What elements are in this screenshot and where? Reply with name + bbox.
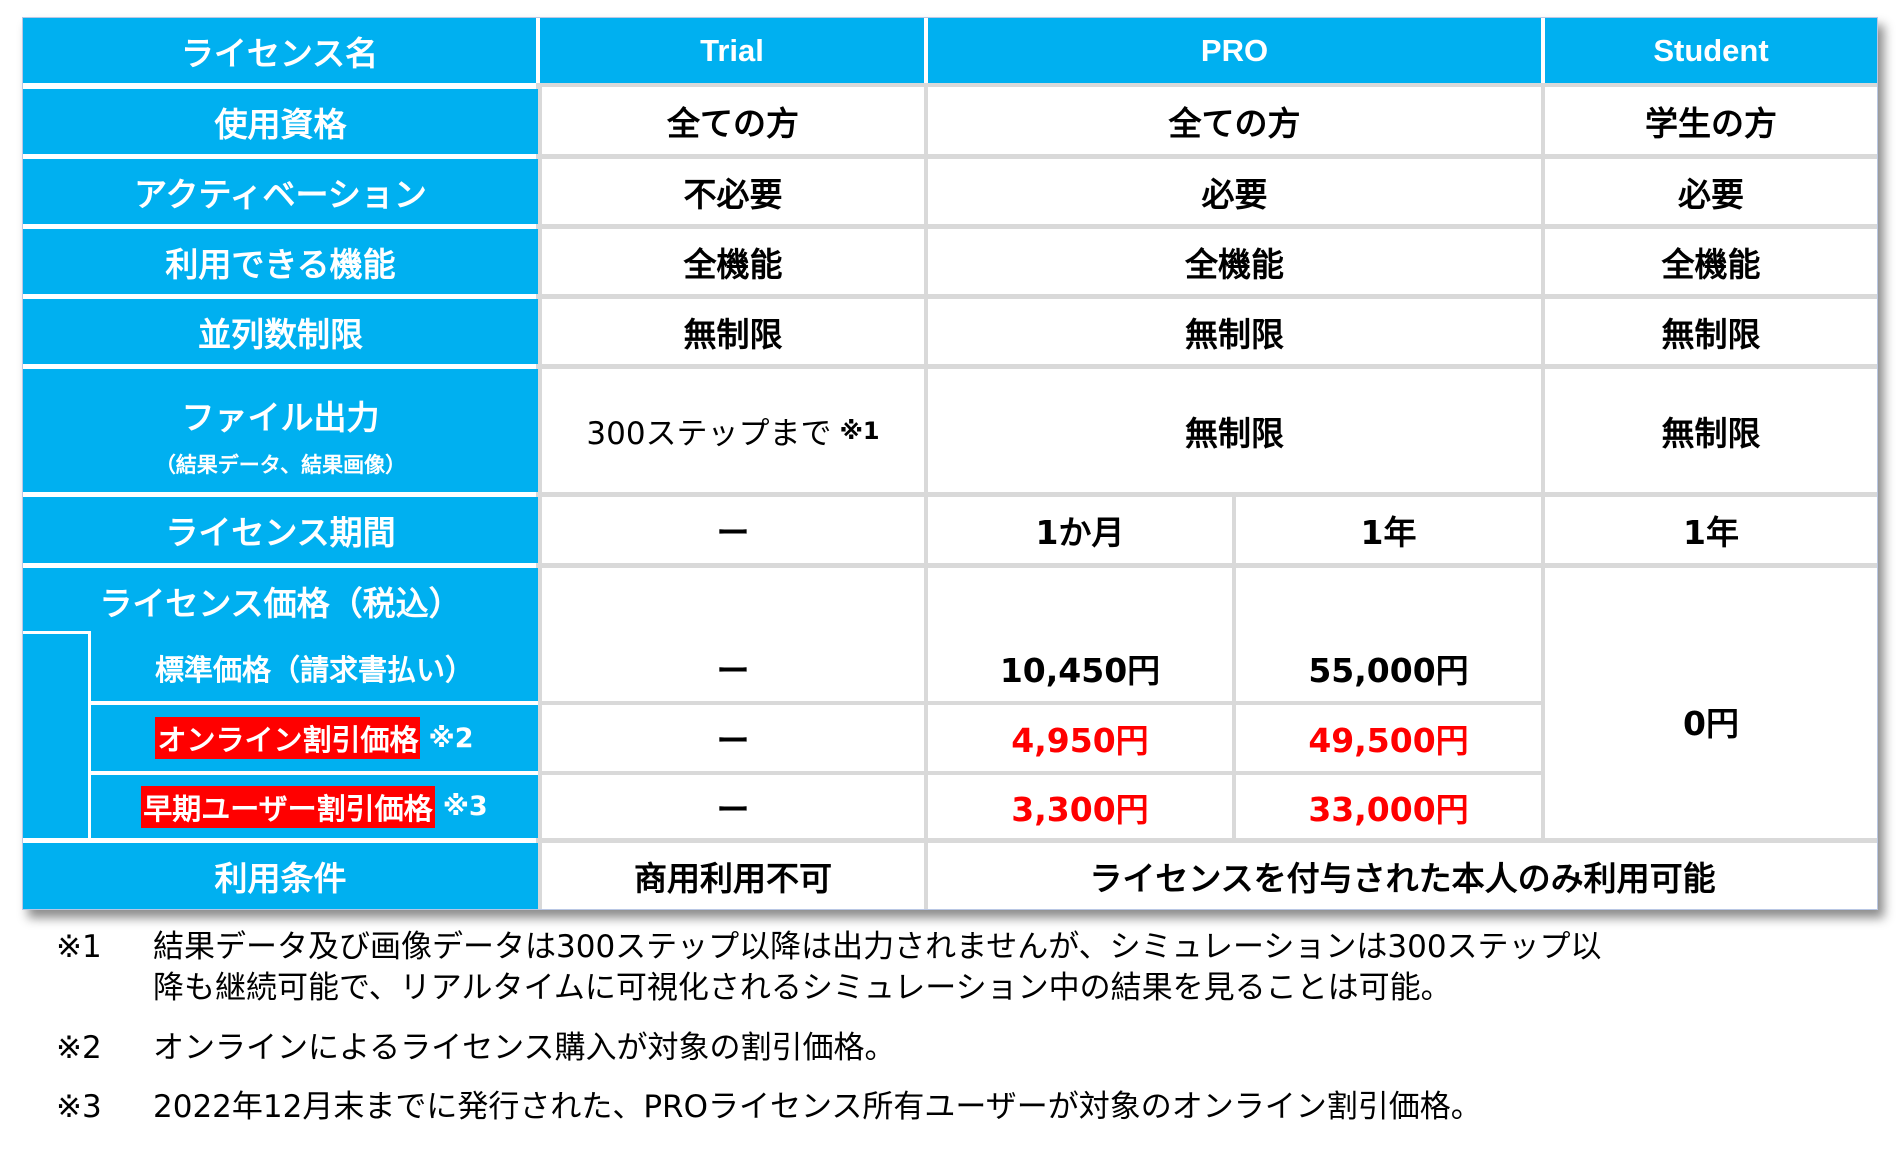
- row-label-features: 利用できる機能: [23, 229, 538, 294]
- pro-file-output: 無制限: [928, 369, 1541, 492]
- header-student: Student: [1545, 18, 1877, 83]
- footnote-ref-1: ※1: [839, 416, 880, 445]
- student-activation: 必要: [1545, 159, 1877, 224]
- trial-eligibility: 全ての方: [542, 87, 924, 154]
- trial-activation: 不必要: [542, 159, 924, 224]
- pro-student-terms: ライセンスを付与された本人のみ利用可能: [928, 843, 1877, 909]
- pro-year-price-early: 33,000円: [1236, 775, 1541, 838]
- pro-parallel: 無制限: [928, 299, 1541, 364]
- row-label-price-online: オンライン割引価格 ※2: [91, 705, 538, 771]
- student-price: 0円: [1545, 568, 1877, 838]
- student-features: 全機能: [1545, 229, 1877, 294]
- pro-period-year: 1年: [1236, 497, 1541, 563]
- license-comparison-table: ライセンス名 Trial PRO Student 使用資格 全ての方 全ての方 …: [22, 17, 1878, 910]
- bracket-line: [23, 631, 89, 634]
- pro-year-price-standard: 55,000円: [1236, 568, 1541, 701]
- trial-period: ー: [542, 497, 924, 563]
- row-label-activation: アクティベーション: [23, 159, 538, 224]
- trial-terms: 商用利用不可: [542, 843, 924, 909]
- early-user-discount-label: 早期ユーザー割引価格: [141, 785, 435, 828]
- pro-year-price-online: 49,500円: [1236, 705, 1541, 771]
- student-eligibility: 学生の方: [1545, 87, 1877, 154]
- pro-features: 全機能: [928, 229, 1541, 294]
- header-divider: [1541, 18, 1545, 83]
- trial-price-early: ー: [542, 775, 924, 838]
- pro-month-price-online: 4,950円: [928, 705, 1232, 771]
- header-trial: Trial: [540, 18, 924, 83]
- footnote-2-text: オンラインによるライセンス購入が対象の割引価格。: [153, 1030, 896, 1066]
- online-discount-label: オンライン割引価格: [155, 717, 421, 759]
- footnote-2-mark: ※2: [56, 1030, 102, 1066]
- trial-features: 全機能: [542, 229, 924, 294]
- footnote-3-text: 2022年12月末までに発行された、PROライセンス所有ユーザーが対象のオンライ…: [153, 1089, 1482, 1125]
- row-label-price-standard: 標準価格（請求書払い）: [154, 652, 474, 687]
- row-label-price-header: ライセンス価格（税込）: [99, 584, 462, 623]
- footnote-1-mark: ※1: [56, 929, 102, 965]
- pro-eligibility: 全ての方: [928, 87, 1541, 154]
- footnote-1-line1: 結果データ及び画像データは300ステップ以降は出力されませんが、シミュレーション…: [153, 929, 1602, 965]
- student-parallel: 無制限: [1545, 299, 1877, 364]
- header-divider: [536, 18, 540, 83]
- row-label-price-early: 早期ユーザー割引価格 ※3: [91, 775, 538, 838]
- pro-month-price-standard: 10,450円: [928, 568, 1232, 701]
- trial-file-output: 300ステップまで ※1: [542, 369, 924, 492]
- file-output-sublabel: （結果データ、結果画像）: [154, 452, 407, 477]
- trial-price-standard: ー: [542, 568, 924, 701]
- row-label-terms: 利用条件: [23, 843, 538, 909]
- pro-period-month: 1か月: [928, 497, 1232, 563]
- pro-activation: 必要: [928, 159, 1541, 224]
- row-label-eligibility: 使用資格: [23, 89, 538, 154]
- trial-parallel: 無制限: [542, 299, 924, 364]
- row-label-file-output: ファイル出力 （結果データ、結果画像）: [23, 369, 538, 492]
- student-period: 1年: [1545, 497, 1877, 563]
- header-pro: PRO: [928, 18, 1541, 83]
- row-label-parallel: 並列数制限: [23, 299, 538, 364]
- footnote-1-line2: 降も継続可能で、リアルタイムに可視化されるシミュレーション中の結果を見ることは可…: [153, 970, 1452, 1006]
- pro-month-price-early: 3,300円: [928, 775, 1232, 838]
- file-output-label: ファイル出力: [181, 397, 380, 437]
- student-file-output: 無制限: [1545, 369, 1877, 492]
- row-label-period: ライセンス期間: [23, 497, 538, 563]
- footnote-3-mark: ※3: [56, 1089, 102, 1125]
- header-license-name: ライセンス名: [23, 18, 536, 83]
- footnote-ref-3: ※3: [442, 791, 488, 822]
- trial-file-output-value: 300ステップまで: [586, 416, 832, 452]
- trial-price-online: ー: [542, 705, 924, 771]
- footnote-ref-2: ※2: [428, 722, 474, 754]
- header-divider: [924, 18, 928, 83]
